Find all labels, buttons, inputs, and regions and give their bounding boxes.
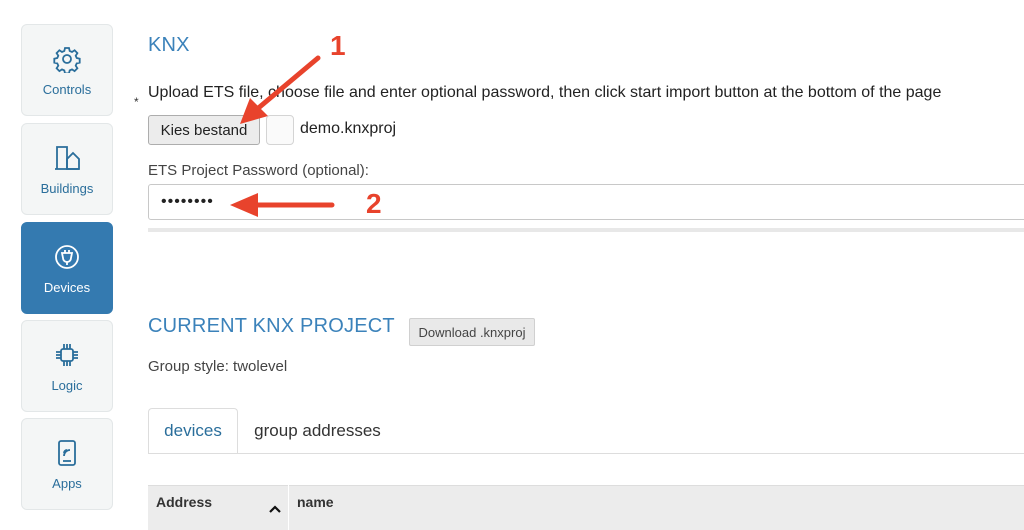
column-divider [288, 485, 289, 530]
sidebar-item-buildings[interactable]: Buildings [21, 123, 113, 215]
download-knxproj-button[interactable]: Download .knxproj [409, 318, 535, 346]
upload-instruction: Upload ETS file, choose file and enter o… [148, 84, 942, 101]
building-icon [52, 143, 82, 173]
sidebar-item-controls[interactable]: Controls [21, 24, 113, 116]
tab-group-addresses[interactable]: group addresses [240, 408, 395, 454]
tablet-icon [52, 438, 82, 468]
knx-title: KNX [148, 34, 190, 56]
current-project-title: CURRENT KNX PROJECT [148, 315, 395, 337]
tab-devices[interactable]: devices [148, 408, 238, 454]
column-header-address[interactable]: Address [156, 494, 212, 510]
sidebar-item-label: Controls [42, 81, 92, 97]
gear-icon [52, 44, 82, 74]
annotation-number-2: 2 [366, 188, 382, 219]
choose-file-button[interactable]: Kies bestand [148, 115, 260, 145]
sidebar-item-devices[interactable]: Devices [21, 222, 113, 314]
tabs-divider [148, 453, 1024, 454]
sidebar-item-label: Devices [43, 279, 91, 295]
password-input[interactable]: •••••••• [148, 184, 1024, 220]
required-marker: * [134, 95, 139, 109]
sort-ascending-icon[interactable] [268, 502, 282, 516]
sidebar-item-label: Logic [51, 377, 83, 393]
divider [148, 228, 1024, 232]
sidebar-item-logic[interactable]: Logic [21, 320, 113, 412]
column-header-name[interactable]: name [297, 494, 334, 510]
chip-icon [52, 340, 82, 370]
annotation-number-1: 1 [330, 30, 346, 61]
file-thumbnail [266, 115, 294, 145]
sidebar-item-label: Apps [52, 475, 82, 491]
group-style-text: Group style: twolevel [148, 358, 288, 375]
password-label: ETS Project Password (optional): [148, 162, 369, 179]
sidebar-item-apps[interactable]: Apps [21, 418, 113, 510]
sidebar-item-label: Buildings [40, 180, 94, 196]
selected-file-name: demo.knxproj [300, 120, 397, 137]
plug-icon [52, 242, 82, 272]
